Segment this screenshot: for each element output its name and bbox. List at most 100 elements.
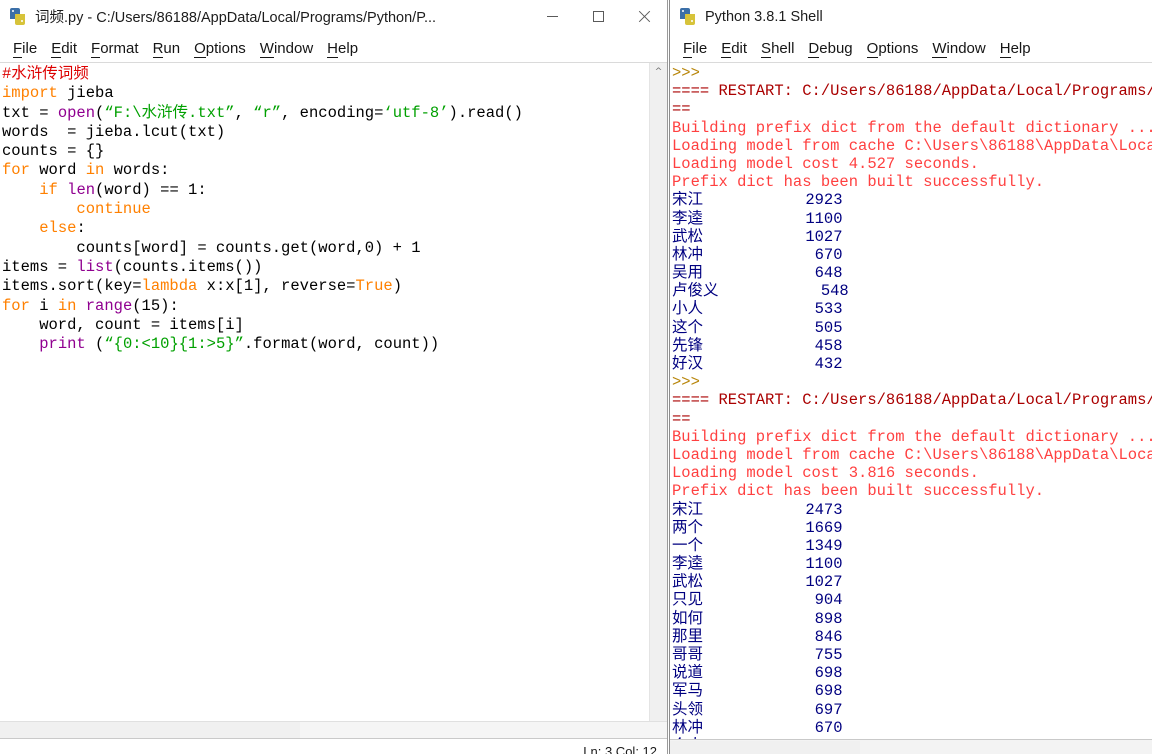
hscrollbar-thumb[interactable] (0, 722, 300, 739)
shell-menu-help[interactable]: Help (993, 39, 1038, 58)
shell-token: 只见 904 (672, 591, 843, 610)
shell-line: == (672, 410, 1152, 428)
shell-token: >>> (672, 373, 700, 392)
code-token: words = jieba.lcut(txt) (2, 122, 226, 141)
code-line: words = jieba.lcut(txt) (2, 123, 649, 142)
editor-title: 词频.py - C:/Users/86188/AppData/Local/Pro… (35, 10, 437, 26)
code-token: , encoding= (281, 103, 384, 122)
chevron-up-icon[interactable]: ^ (650, 63, 667, 80)
shell-line: 宋江 2473 (672, 501, 1152, 519)
editor-menu-edit[interactable]: Edit (44, 39, 84, 58)
idle-editor-window: 词频.py - C:/Users/86188/AppData/Local/Pro… (0, 0, 668, 754)
editor-menu-file[interactable]: File (6, 39, 44, 58)
shell-line: Loading model cost 4.527 seconds. (672, 155, 1152, 173)
shell-line: 林冲 670 (672, 719, 1152, 737)
shell-line: >>> (672, 64, 1152, 82)
shell-token: Prefix dict has been built successfully. (672, 482, 1045, 501)
code-token: ( (95, 103, 105, 122)
shell-token: 哥哥 755 (672, 646, 843, 664)
shell-titlebar[interactable]: Python 3.8.1 Shell (670, 0, 1152, 34)
code-token: , (234, 103, 254, 122)
shell-line: 好汉 432 (672, 355, 1152, 373)
shell-title: Python 3.8.1 Shell (705, 8, 823, 25)
shell-token: 宋江 2923 (672, 191, 843, 210)
menu-mnemonic: O (194, 39, 206, 58)
shell-token: 林冲 670 (672, 245, 843, 264)
editor-titlebar[interactable]: 词频.py - C:/Users/86188/AppData/Local/Pro… (0, 0, 667, 34)
menu-mnemonic: H (999, 39, 1011, 58)
shell-menu-options[interactable]: Options (860, 39, 926, 58)
shell-token: 两个 1669 (672, 518, 843, 537)
menu-mnemonic: W (259, 39, 274, 58)
shell-token: Prefix dict has been built successfully. (672, 173, 1045, 192)
shell-token: Loading model cost 3.816 seconds. (672, 464, 979, 483)
code-text-area[interactable]: #水浒传词频 import jieba txt = open(“F:\水浒传.txt… (0, 63, 649, 754)
shell-output-area[interactable]: >>> ==== RESTART: C:/Users/86188/AppData/… (672, 64, 1152, 754)
shell-token: 小人 533 (672, 300, 843, 319)
code-line: print (“{0:<10}{1:>5}”.format(word, coun… (2, 335, 649, 354)
code-token: ) (392, 277, 403, 296)
code-token: in (57, 296, 77, 315)
shell-line: 军马 698 (672, 682, 1152, 700)
editor-vertical-scrollbar[interactable]: ^ ∨ (649, 63, 667, 754)
shell-line: 武松 1027 (672, 228, 1152, 246)
editor-menu-help[interactable]: Help (320, 39, 365, 58)
menu-mnemonic: D (808, 39, 820, 58)
python-shell-window: Python 3.8.1 Shell File Edit Shell Debug Opt… (669, 0, 1152, 754)
editor-body: #水浒传词频 import jieba txt = open(“F:\水浒传.txt… (0, 63, 667, 754)
shell-token: >>> (672, 64, 700, 82)
editor-menu-window[interactable]: Window (253, 39, 320, 58)
shell-line: 林冲 670 (672, 246, 1152, 264)
desktop-root: 词频.py - C:/Users/86188/AppData/Local/Pro… (0, 0, 1152, 754)
shell-token: 如何 898 (672, 609, 843, 628)
editor-menu-format[interactable]: Format (84, 39, 146, 58)
menu-mnemonic: F (13, 39, 23, 58)
editor-statusbar: Ln: 3 Col: 12 (0, 738, 667, 754)
shell-token: == (672, 409, 691, 428)
shell-menu-window[interactable]: Window (925, 39, 992, 58)
shell-hscrollbar-thumb[interactable] (670, 741, 860, 754)
code-token: continue (76, 200, 151, 219)
shell-horizontal-scrollbar[interactable] (670, 739, 1152, 754)
shell-token: Building prefix dict from the default di… (672, 427, 1152, 446)
shell-menu-shell[interactable]: Shell (754, 39, 801, 58)
close-button[interactable] (621, 0, 667, 33)
scrollbar-thumb[interactable] (650, 80, 667, 600)
code-token: ).read() (448, 103, 523, 122)
shell-token: ==== RESTART: C:/Users/86188/AppData/Loc… (672, 391, 1152, 410)
shell-line: ==== RESTART: C:/Users/86188/AppData/Loc… (672, 82, 1152, 100)
code-token: counts = {} (2, 142, 105, 161)
menu-mnemonic: F (91, 39, 101, 58)
minimize-button[interactable] (529, 0, 575, 33)
shell-token: 那里 846 (672, 627, 843, 646)
code-token: words: (104, 161, 170, 180)
shell-line: Prefix dict has been built successfully. (672, 482, 1152, 500)
code-token: word (29, 161, 86, 180)
shell-menu-file[interactable]: File (676, 39, 714, 58)
code-line: continue (2, 200, 649, 219)
code-token: : (76, 219, 86, 238)
shell-token: Loading model from cache C:\Users\86188\… (672, 136, 1152, 155)
menu-mnemonic: H (327, 39, 339, 58)
editor-menu-run[interactable]: Run (146, 39, 188, 58)
code-token: word, count = items[i] (2, 315, 244, 334)
shell-menu-debug[interactable]: Debug (801, 39, 859, 58)
code-token: for (2, 296, 30, 315)
shell-line: 李逵 1100 (672, 555, 1152, 573)
code-line: counts = {} (2, 142, 649, 161)
maximize-button[interactable] (575, 0, 621, 33)
code-line: items = list(counts.items()) (2, 258, 649, 277)
code-token: items.sort(key= (2, 277, 142, 296)
shell-line: Loading model from cache C:\Users\86188\… (672, 446, 1152, 464)
code-token: range (85, 296, 133, 315)
editor-menu-options[interactable]: Options (187, 39, 253, 58)
shell-line: 宋江 2923 (672, 191, 1152, 209)
code-token: in (85, 161, 105, 180)
editor-horizontal-scrollbar[interactable] (0, 721, 667, 739)
shell-menu-edit[interactable]: Edit (714, 39, 754, 58)
shell-line: Building prefix dict from the default di… (672, 119, 1152, 137)
shell-token: 说道 698 (672, 664, 843, 683)
